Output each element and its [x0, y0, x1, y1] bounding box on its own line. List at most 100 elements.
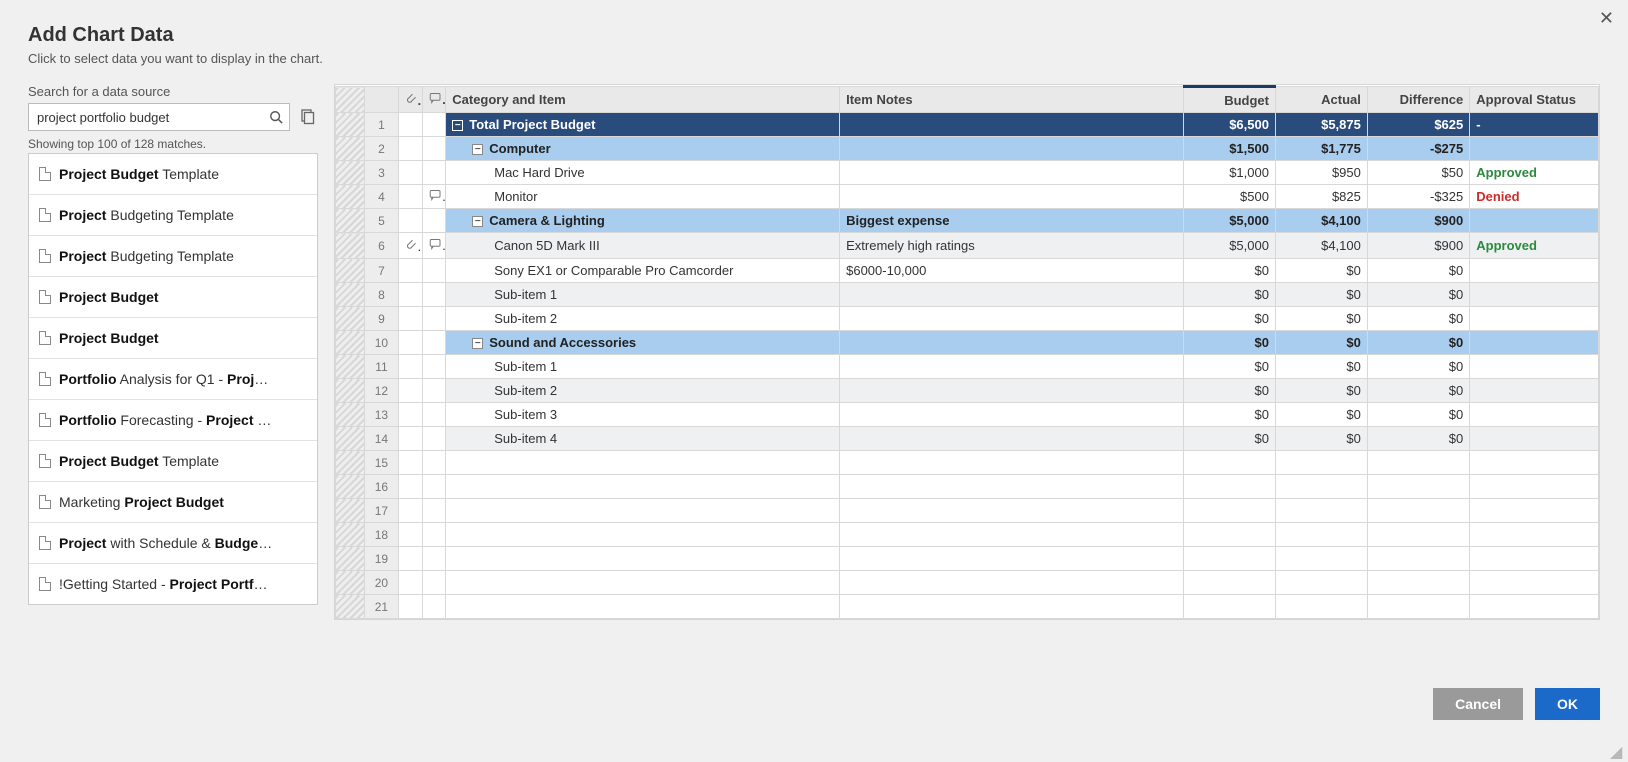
budget-cell[interactable]: $0 — [1184, 307, 1276, 331]
category-cell[interactable]: Sub-item 1 — [446, 283, 840, 307]
col-actual[interactable]: Actual — [1275, 87, 1367, 113]
category-cell[interactable]: Sub-item 1 — [446, 355, 840, 379]
table-row[interactable]: 4Monitor$500$825-$325Denied — [336, 185, 1599, 209]
difference-cell[interactable]: $900 — [1367, 233, 1469, 259]
comment-cell[interactable] — [422, 233, 446, 259]
grid-corner[interactable] — [336, 87, 365, 113]
notes-cell[interactable] — [840, 161, 1184, 185]
actual-cell[interactable]: $5,875 — [1275, 113, 1367, 137]
category-cell[interactable]: Sub-item 2 — [446, 379, 840, 403]
budget-cell[interactable]: $0 — [1184, 331, 1276, 355]
copy-icon[interactable] — [296, 106, 318, 128]
difference-cell[interactable]: $50 — [1367, 161, 1469, 185]
result-item[interactable]: Project Budget — [29, 318, 317, 359]
category-cell[interactable]: −Computer — [446, 137, 840, 161]
difference-cell[interactable]: $0 — [1367, 355, 1469, 379]
notes-cell[interactable] — [840, 283, 1184, 307]
attach-cell[interactable] — [399, 209, 423, 233]
table-row[interactable]: 18 — [336, 523, 1599, 547]
panel-collapse-handle[interactable]: ◂ — [334, 390, 335, 414]
table-row[interactable]: 10−Sound and Accessories$0$0$0 — [336, 331, 1599, 355]
actual-cell[interactable]: $950 — [1275, 161, 1367, 185]
difference-cell[interactable]: $0 — [1367, 427, 1469, 451]
difference-cell[interactable]: $900 — [1367, 209, 1469, 233]
attach-cell[interactable] — [399, 113, 423, 137]
notes-cell[interactable]: Biggest expense — [840, 209, 1184, 233]
col-notes[interactable]: Item Notes — [840, 87, 1184, 113]
actual-cell[interactable]: $0 — [1275, 259, 1367, 283]
actual-cell[interactable]: $0 — [1275, 403, 1367, 427]
notes-cell[interactable] — [840, 427, 1184, 451]
budget-cell[interactable]: $0 — [1184, 259, 1276, 283]
table-row[interactable]: 14Sub-item 4$0$0$0 — [336, 427, 1599, 451]
attach-cell[interactable] — [399, 137, 423, 161]
actual-cell[interactable]: $0 — [1275, 307, 1367, 331]
comment-cell[interactable] — [422, 403, 446, 427]
category-cell[interactable]: −Sound and Accessories — [446, 331, 840, 355]
table-row[interactable]: 12Sub-item 2$0$0$0 — [336, 379, 1599, 403]
actual-cell[interactable]: $4,100 — [1275, 233, 1367, 259]
result-item[interactable]: Project Budgeting Template — [29, 195, 317, 236]
actual-cell[interactable]: $0 — [1275, 283, 1367, 307]
table-row[interactable]: 7Sony EX1 or Comparable Pro Camcorder$60… — [336, 259, 1599, 283]
comment-cell[interactable] — [422, 355, 446, 379]
difference-cell[interactable]: $0 — [1367, 259, 1469, 283]
table-row[interactable]: 21 — [336, 595, 1599, 619]
notes-cell[interactable] — [840, 331, 1184, 355]
difference-cell[interactable]: $0 — [1367, 283, 1469, 307]
difference-cell[interactable]: $625 — [1367, 113, 1469, 137]
budget-cell[interactable]: $1,000 — [1184, 161, 1276, 185]
notes-cell[interactable] — [840, 355, 1184, 379]
comment-cell[interactable] — [422, 379, 446, 403]
table-row[interactable]: 20 — [336, 571, 1599, 595]
difference-cell[interactable]: -$275 — [1367, 137, 1469, 161]
budget-cell[interactable]: $1,500 — [1184, 137, 1276, 161]
attach-cell[interactable] — [399, 331, 423, 355]
table-row[interactable]: 2−Computer$1,500$1,775-$275 — [336, 137, 1599, 161]
notes-cell[interactable]: Extremely high ratings — [840, 233, 1184, 259]
notes-cell[interactable] — [840, 307, 1184, 331]
difference-cell[interactable]: $0 — [1367, 331, 1469, 355]
table-row[interactable]: 16 — [336, 475, 1599, 499]
approval-cell[interactable]: Approved — [1470, 233, 1599, 259]
ok-button[interactable]: OK — [1535, 688, 1600, 720]
category-cell[interactable]: Monitor — [446, 185, 840, 209]
budget-cell[interactable]: $0 — [1184, 403, 1276, 427]
result-item[interactable]: Project Budget Template — [29, 441, 317, 482]
notes-cell[interactable] — [840, 113, 1184, 137]
approval-cell[interactable]: Approved — [1470, 161, 1599, 185]
budget-cell[interactable]: $6,500 — [1184, 113, 1276, 137]
approval-cell[interactable] — [1470, 379, 1599, 403]
comment-cell[interactable] — [422, 137, 446, 161]
actual-cell[interactable]: $1,775 — [1275, 137, 1367, 161]
table-row[interactable]: 9Sub-item 2$0$0$0 — [336, 307, 1599, 331]
actual-cell[interactable]: $4,100 — [1275, 209, 1367, 233]
actual-cell[interactable]: $0 — [1275, 379, 1367, 403]
attach-cell[interactable] — [399, 283, 423, 307]
result-item[interactable]: Marketing Project Budget — [29, 482, 317, 523]
category-cell[interactable]: Mac Hard Drive — [446, 161, 840, 185]
attach-cell[interactable] — [399, 379, 423, 403]
category-cell[interactable]: Sub-item 2 — [446, 307, 840, 331]
comment-cell[interactable] — [422, 427, 446, 451]
approval-cell[interactable] — [1470, 403, 1599, 427]
comment-cell[interactable] — [422, 185, 446, 209]
comment-cell[interactable] — [422, 209, 446, 233]
approval-cell[interactable] — [1470, 209, 1599, 233]
col-comments[interactable] — [422, 87, 446, 113]
notes-cell[interactable] — [840, 379, 1184, 403]
category-cell[interactable]: −Camera & Lighting — [446, 209, 840, 233]
col-budget[interactable]: Budget — [1184, 87, 1276, 113]
result-item[interactable]: Project Budget — [29, 277, 317, 318]
budget-cell[interactable]: $5,000 — [1184, 233, 1276, 259]
difference-cell[interactable]: -$325 — [1367, 185, 1469, 209]
col-category[interactable]: Category and Item — [446, 87, 840, 113]
difference-cell[interactable]: $0 — [1367, 307, 1469, 331]
attach-cell[interactable] — [399, 403, 423, 427]
attach-cell[interactable] — [399, 233, 423, 259]
comment-cell[interactable] — [422, 307, 446, 331]
approval-cell[interactable]: - — [1470, 113, 1599, 137]
approval-cell[interactable] — [1470, 259, 1599, 283]
table-row[interactable]: 13Sub-item 3$0$0$0 — [336, 403, 1599, 427]
budget-cell[interactable]: $0 — [1184, 427, 1276, 451]
